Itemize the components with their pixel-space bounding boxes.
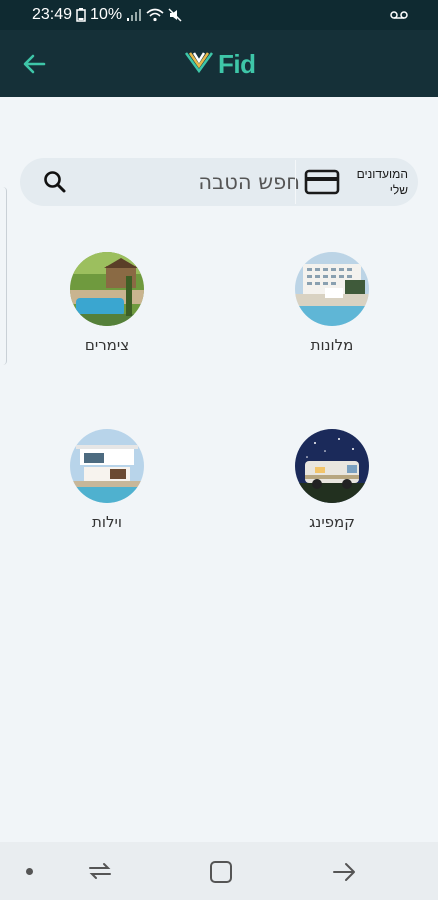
battery-icon — [76, 8, 86, 22]
drawer-edge[interactable] — [0, 187, 7, 365]
status-bar: 23:49 10% — [0, 0, 438, 30]
search-input[interactable] — [80, 166, 300, 198]
status-left: 23:49 10% — [32, 6, 182, 24]
battery-percent: 10% — [90, 6, 123, 23]
villa-photo — [70, 429, 144, 503]
recents-button[interactable] — [86, 858, 114, 884]
logo-mark-icon — [184, 52, 214, 74]
category-label: וילות — [92, 513, 122, 531]
hotel-photo — [295, 252, 369, 326]
my-clubs-button[interactable]: המועדונים שלי — [294, 158, 418, 206]
logo-text: Fid — [218, 48, 256, 79]
arrow-left-icon — [23, 54, 46, 74]
main-content: המועדונים שלי מלונות — [0, 97, 438, 842]
status-right — [390, 7, 408, 25]
zimmer-photo — [70, 252, 144, 326]
search-button[interactable] — [42, 169, 68, 195]
category-label: מלונות — [310, 336, 354, 354]
home-square-icon — [210, 861, 232, 883]
recents-icon — [89, 863, 111, 879]
credit-card-icon — [304, 169, 340, 195]
category-label: צימרים — [84, 336, 130, 354]
my-clubs-label: המועדונים שלי — [356, 167, 408, 197]
system-nav-bar — [0, 842, 438, 900]
app-bar: Fid — [0, 30, 438, 97]
search-icon — [44, 171, 66, 193]
category-label: קמפינג — [309, 513, 355, 531]
voicemail-icon — [390, 11, 408, 19]
category-camping[interactable]: קמפינג — [272, 429, 392, 531]
mute-icon — [168, 8, 182, 22]
category-hotels[interactable]: מלונות — [272, 252, 392, 354]
wifi-icon — [146, 8, 164, 22]
home-button[interactable] — [208, 859, 234, 885]
category-villas[interactable]: וילות — [47, 429, 167, 531]
signal-icon — [127, 9, 142, 21]
category-zimmers[interactable]: צימרים — [47, 252, 167, 354]
app-logo: Fid — [184, 47, 256, 81]
arrow-right-icon — [333, 863, 355, 881]
system-back-button[interactable] — [330, 859, 358, 885]
nav-dot-button[interactable] — [26, 868, 33, 875]
camping-photo — [295, 429, 369, 503]
back-button[interactable] — [18, 48, 50, 80]
status-time: 23:49 — [32, 6, 73, 23]
search-bar: המועדונים שלי — [20, 158, 418, 206]
